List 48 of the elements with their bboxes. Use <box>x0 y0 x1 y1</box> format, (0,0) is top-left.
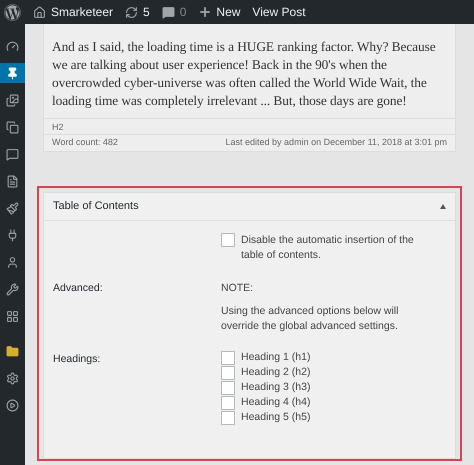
folder-icon <box>6 344 19 358</box>
note-title: NOTE: <box>221 281 254 296</box>
advanced-label: Advanced: <box>53 281 104 296</box>
updates-icon[interactable] <box>125 6 138 18</box>
grid-icon <box>6 310 19 322</box>
checkbox[interactable] <box>221 396 235 410</box>
plug-icon <box>6 228 19 242</box>
form-icon <box>6 174 19 188</box>
plus-icon[interactable] <box>198 5 212 19</box>
images-icon <box>6 94 19 106</box>
headings-label: Headings: <box>53 352 102 367</box>
panel-header[interactable]: Table of Contents <box>44 193 455 221</box>
disable-option-label[interactable]: Disable the automatic insertion of the table of contents. <box>241 233 438 263</box>
heading-option-label[interactable]: Heading 4 (h4) <box>241 395 310 410</box>
note-text: Using the advanced options below will override the global advanced settings. <box>221 304 400 334</box>
new-link[interactable]: New <box>216 3 240 21</box>
wrench-icon <box>6 282 19 296</box>
heading-option-label[interactable]: Heading 5 (h5) <box>241 410 310 425</box>
heading-option-label[interactable]: Heading 3 (h3) <box>241 380 310 395</box>
home-icon[interactable] <box>33 6 46 18</box>
checkbox[interactable] <box>221 380 235 394</box>
play-icon <box>6 398 19 412</box>
word-count: Word count: 482 <box>52 136 118 150</box>
pages-icon <box>6 120 19 134</box>
heading-option-label[interactable]: Heading 1 (h1) <box>241 350 310 365</box>
checkbox[interactable] <box>221 410 235 424</box>
checkbox[interactable] <box>221 233 235 247</box>
heading-option-label[interactable]: Heading 2 (h2) <box>241 365 310 380</box>
comment-icon <box>6 148 19 160</box>
checkbox[interactable] <box>221 366 235 380</box>
pin-icon <box>6 66 19 80</box>
block-path: H2 <box>44 118 455 134</box>
panel-title: Table of Contents <box>53 199 139 214</box>
gauge-icon <box>6 40 19 52</box>
brush-icon <box>6 202 19 214</box>
site-name-link[interactable]: Smarketeer <box>51 3 114 21</box>
paragraph-text[interactable]: And as I said, the loading time is a HUGE ranking factor. Why? Because we are talking about user experience! Back in the 90's when the overcrowded cyber-universe was often called the World Wide Wait, the loading time was completely irrelevant ... But, those days are gone! <box>44 24 455 118</box>
wordpress-logo-icon[interactable] <box>4 4 21 20</box>
view-post-link[interactable]: View Post <box>252 3 306 21</box>
collapse-caret-icon[interactable] <box>440 204 446 209</box>
comments-count[interactable]: 0 <box>180 3 186 21</box>
gear-icon <box>6 372 19 384</box>
sidebar-item[interactable] <box>0 63 25 83</box>
checkbox[interactable] <box>221 350 235 364</box>
last-edited-text: Last edited by admin on December 11, 2018 at 3:01 pm <box>226 136 447 150</box>
updates-count[interactable]: 5 <box>143 3 150 21</box>
user-icon <box>6 256 19 268</box>
comment-icon[interactable] <box>162 6 175 18</box>
